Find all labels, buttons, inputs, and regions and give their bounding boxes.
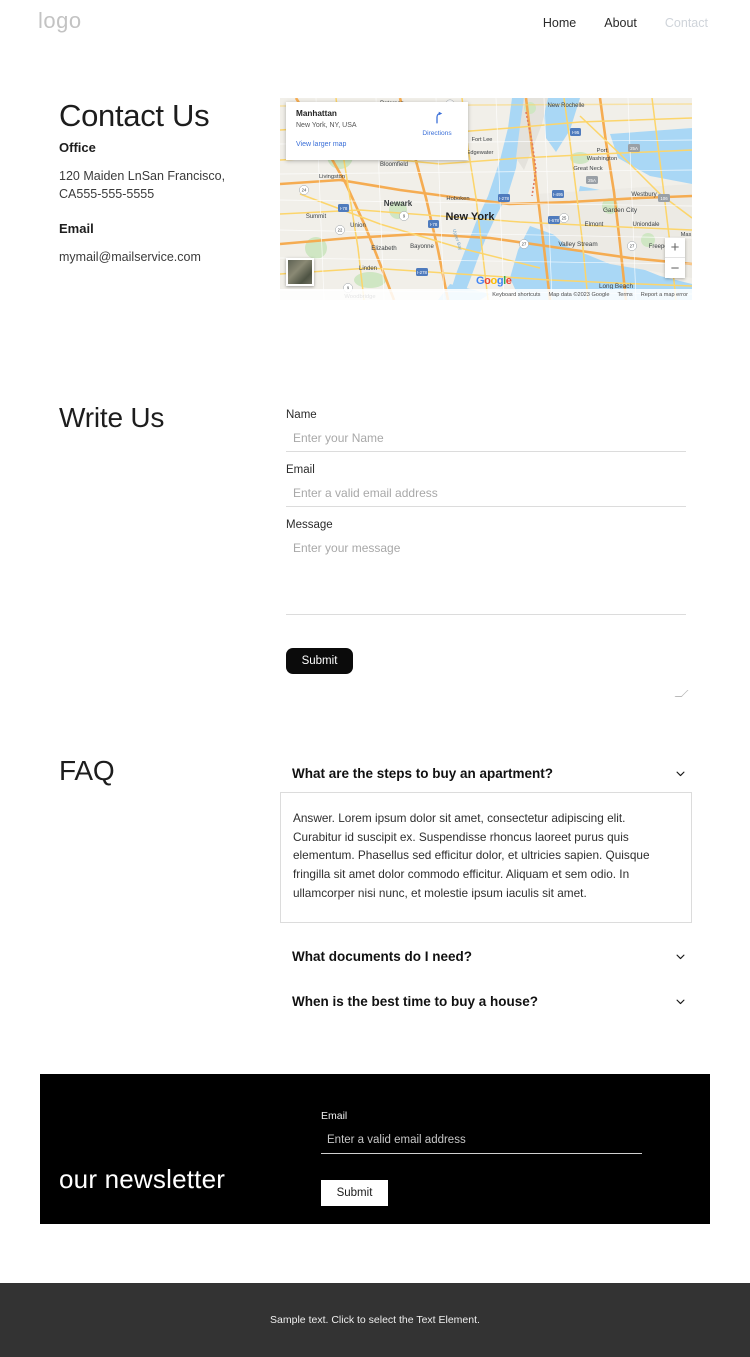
contact-details: Office 120 Maiden LnSan Francisco, CA555…	[59, 140, 259, 266]
svg-text:Elizabeth: Elizabeth	[371, 245, 397, 252]
svg-text:I-95: I-95	[572, 130, 580, 135]
svg-text:Uniondale: Uniondale	[632, 222, 660, 228]
svg-text:Hoboken: Hoboken	[446, 196, 469, 202]
svg-text:Bayonne: Bayonne	[410, 244, 434, 250]
nav-item-about[interactable]: About	[604, 16, 637, 30]
svg-text:Garden City: Garden City	[603, 207, 638, 214]
chevron-down-icon	[676, 771, 685, 777]
directions-label: Directions	[422, 130, 452, 137]
email-label: Email	[59, 221, 94, 237]
svg-text:New Rochelle: New Rochelle	[547, 103, 585, 109]
svg-text:24: 24	[302, 188, 307, 193]
faq-question-2[interactable]: What documents do I need?	[280, 941, 692, 972]
terms-link[interactable]: Terms	[618, 292, 633, 298]
main-navigation: Home About Contact	[543, 16, 708, 30]
svg-text:Westbury: Westbury	[631, 192, 656, 198]
map-data-text: Map data ©2023 Google	[548, 291, 610, 298]
svg-text:Valley Stream: Valley Stream	[558, 241, 597, 248]
svg-text:25: 25	[562, 216, 567, 221]
svg-text:New York: New York	[445, 211, 495, 223]
site-header: logo Home About Contact	[0, 0, 750, 48]
svg-text:Port: Port	[597, 148, 608, 154]
street-view-thumbnail[interactable]	[286, 258, 314, 286]
chevron-down-icon	[676, 954, 685, 960]
office-label: Office	[59, 140, 96, 155]
faq-question-3[interactable]: When is the best time to buy a house?	[280, 986, 692, 1017]
email-field-group: Email	[286, 464, 686, 507]
footer-sample-text[interactable]: Sample text. Click to select the Text El…	[270, 1314, 480, 1326]
svg-text:I-678: I-678	[549, 218, 560, 223]
name-input[interactable]	[286, 427, 686, 452]
contact-form: Name Email Message Submit	[286, 409, 689, 697]
svg-text:Elmont: Elmont	[585, 222, 604, 228]
faq-question-2-text: What documents do I need?	[292, 949, 473, 965]
faq-question-1-text: What are the steps to buy an apartment?	[292, 766, 554, 781]
directions-icon	[436, 111, 443, 124]
newsletter-form: Email Submit	[321, 1110, 642, 1206]
newsletter-section: our newsletter Email Submit	[40, 1074, 710, 1224]
message-label: Message	[286, 519, 333, 531]
svg-text:Linden: Linden	[359, 266, 377, 272]
map-info-card[interactable]: Manhattan New York, NY, USA View larger …	[286, 102, 468, 160]
contact-submit-button[interactable]: Submit	[286, 648, 353, 674]
contact-heading: Contact Us	[59, 98, 210, 133]
nav-item-home[interactable]: Home	[543, 16, 576, 30]
contact-page: logo Home About Contact Contact Us Offic…	[0, 0, 750, 1357]
faq-question-3-text: When is the best time to buy a house?	[292, 994, 539, 1010]
svg-text:I-278: I-278	[499, 196, 510, 201]
newsletter-email-label: Email	[321, 1110, 348, 1122]
email-input[interactable]	[286, 482, 686, 507]
write-us-heading: Write Us	[59, 402, 165, 433]
email-address: mymail@mailservice.com	[59, 250, 201, 265]
message-field-group: Message	[286, 519, 689, 697]
svg-text:Summit: Summit	[306, 214, 327, 220]
newsletter-submit-button[interactable]: Submit	[321, 1180, 388, 1206]
google-map[interactable]: I-280 I-95 I-278 I-495 I-78 I-78 I-678 I…	[280, 98, 692, 300]
email-label: Email	[286, 464, 315, 476]
svg-text:25A: 25A	[630, 146, 638, 151]
svg-text:27: 27	[522, 242, 527, 247]
svg-text:Union: Union	[350, 223, 366, 229]
message-textarea[interactable]	[286, 537, 686, 615]
name-label: Name	[286, 409, 317, 421]
map-attribution-bar: Keyboard shortcuts Map data ©2023 Google…	[280, 289, 692, 300]
svg-text:Washington: Washington	[587, 156, 617, 162]
newsletter-title: our newsletter	[59, 1164, 226, 1194]
faq-heading: FAQ	[59, 755, 115, 786]
view-larger-map-link[interactable]: View larger map	[296, 141, 459, 148]
report-map-error-link[interactable]: Report a map error	[641, 292, 688, 298]
svg-text:I-78: I-78	[430, 222, 438, 227]
google-watermark: Google	[476, 275, 512, 287]
faq-list: What are the steps to buy an apartment? …	[280, 758, 692, 1017]
zoom-out-button[interactable]: −	[665, 258, 685, 278]
page-footer: Sample text. Click to select the Text El…	[0, 1283, 750, 1357]
nav-item-contact[interactable]: Contact	[665, 16, 708, 30]
keyboard-shortcuts-link[interactable]: Keyboard shortcuts	[492, 292, 540, 298]
svg-text:27: 27	[630, 244, 635, 249]
faq-question-1[interactable]: What are the steps to buy an apartment?	[280, 758, 692, 789]
svg-text:22: 22	[338, 228, 343, 233]
svg-text:Great Neck: Great Neck	[573, 166, 602, 172]
svg-text:25A: 25A	[588, 178, 596, 183]
svg-text:Edgewater: Edgewater	[467, 150, 494, 156]
svg-text:I-78: I-78	[340, 206, 348, 211]
name-field-group: Name	[286, 409, 686, 452]
faq-answer-1: Answer. Lorem ipsum dolor sit amet, cons…	[280, 792, 692, 924]
svg-text:106: 106	[660, 196, 668, 201]
directions-button[interactable]: Directions	[415, 110, 459, 137]
chevron-down-icon	[676, 999, 685, 1005]
map-zoom-controls[interactable]: + −	[665, 238, 685, 278]
zoom-in-button[interactable]: +	[665, 238, 685, 258]
svg-text:I-495: I-495	[553, 192, 564, 197]
office-address: 120 Maiden LnSan Francisco, CA555-555-55…	[59, 169, 226, 202]
site-logo[interactable]: logo	[38, 8, 82, 34]
svg-text:Livingston: Livingston	[319, 174, 345, 180]
newsletter-email-input[interactable]	[321, 1131, 642, 1154]
svg-text:Fort Lee: Fort Lee	[472, 137, 493, 143]
svg-text:Bloomfield: Bloomfield	[380, 162, 408, 168]
svg-text:I-278: I-278	[417, 270, 428, 275]
textarea-resize-handle[interactable]	[674, 690, 689, 697]
svg-text:Newark: Newark	[384, 199, 413, 208]
